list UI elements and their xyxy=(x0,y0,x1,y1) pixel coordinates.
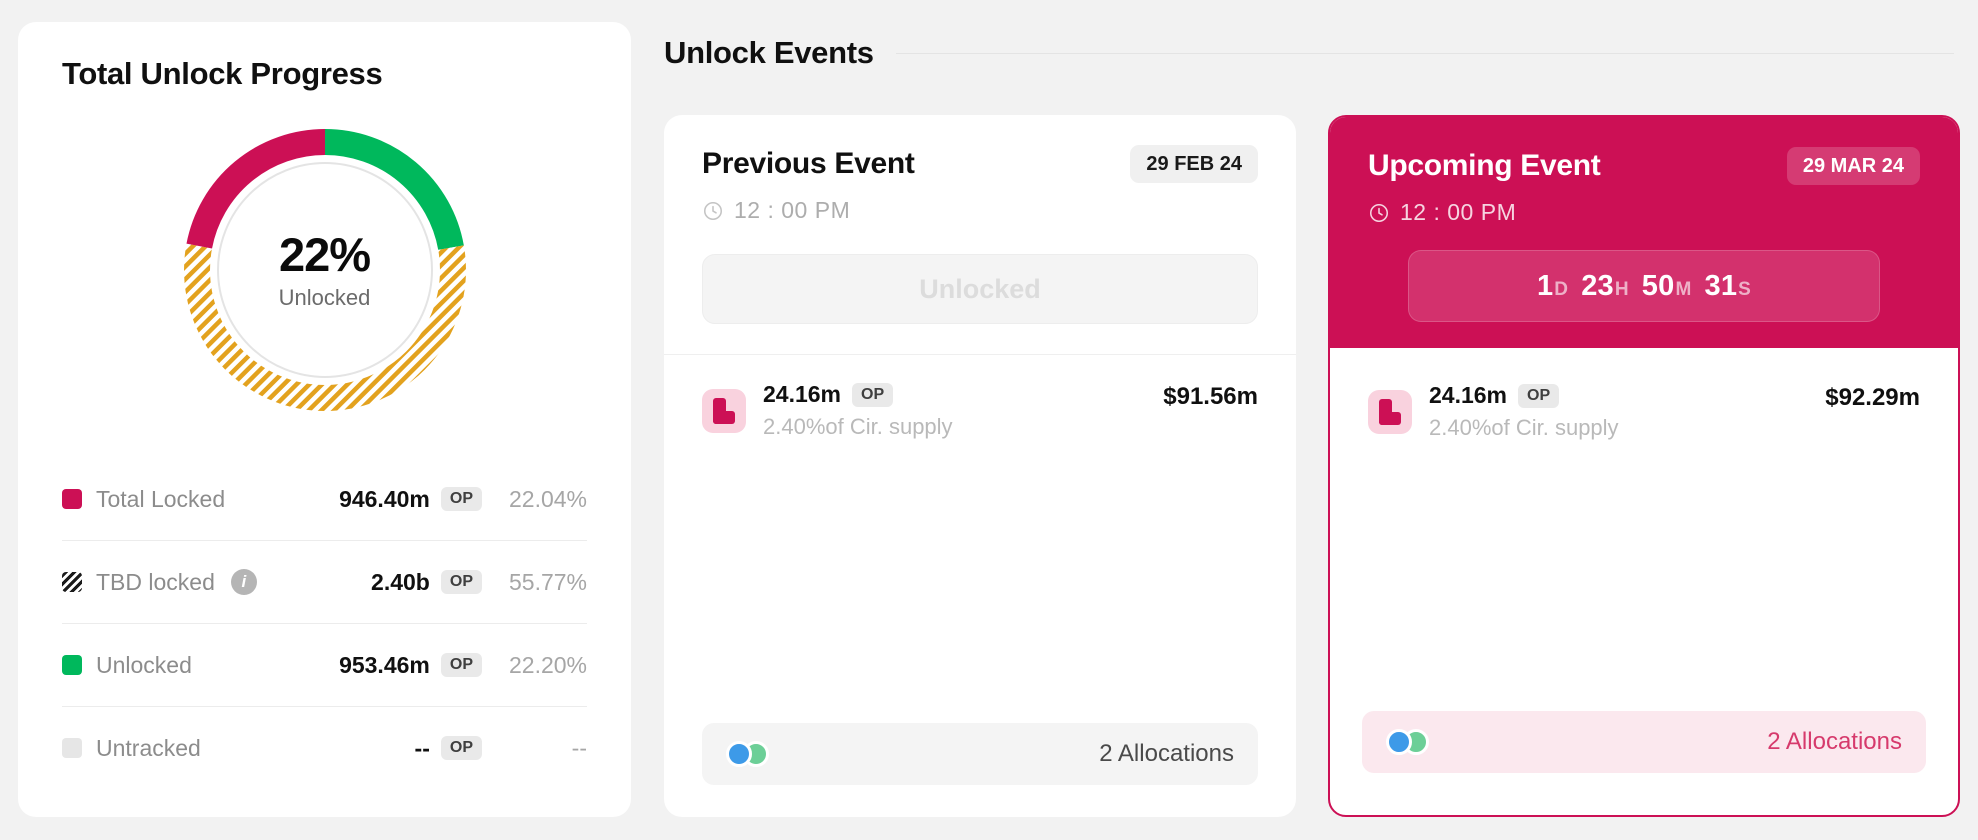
token-amount: 24.16m xyxy=(1429,382,1508,408)
countdown-days-unit: D xyxy=(1554,278,1569,300)
legend-label: TBD locked xyxy=(96,568,215,595)
token-amount: 24.16m xyxy=(763,381,842,407)
upcoming-event-card[interactable]: Upcoming Event 29 MAR 24 12 : 00 PM 1D 23… xyxy=(1328,115,1960,817)
legend-label: Untracked xyxy=(96,734,201,761)
dashboard-root: Total Unlock Progress 22% Unlocked Total… xyxy=(0,0,1978,840)
allocations-count: 2 Allocations xyxy=(1099,740,1234,767)
previous-event-card[interactable]: Previous Event 29 FEB 24 12 : 00 PM Unlo… xyxy=(664,115,1296,817)
legend-row-untracked[interactable]: Untracked -- OP -- xyxy=(62,707,587,789)
upcoming-event-time-text: 12 : 00 PM xyxy=(1400,199,1517,225)
donut-svg xyxy=(183,129,466,411)
unit-chip: OP xyxy=(440,570,482,594)
avatar xyxy=(1386,729,1412,755)
token-usd-value: $92.29m xyxy=(1825,384,1920,411)
countdown-seconds: 31 xyxy=(1704,269,1738,302)
legend-label: Total Locked xyxy=(96,485,226,512)
heading-divider xyxy=(895,52,1954,54)
upcoming-event-token-row: 24.16m OP 2.40%of Cir. supply $92.29m xyxy=(1330,348,1958,441)
allocation-avatars xyxy=(1386,727,1436,757)
countdown-minutes-unit: M xyxy=(1675,278,1692,300)
legend-percent: 55.77% xyxy=(508,568,587,595)
previous-event-time: 12 : 00 PM xyxy=(702,197,1258,224)
allocation-avatars xyxy=(726,739,776,769)
legend-percent: 22.20% xyxy=(508,651,587,678)
upcoming-event-title: Upcoming Event xyxy=(1368,149,1601,182)
previous-event-token-row: 24.16m OP 2.40%of Cir. supply $91.56m xyxy=(664,355,1296,440)
avatar xyxy=(726,741,752,767)
op-token-icon xyxy=(702,388,746,433)
token-usd-value: $91.56m xyxy=(1163,383,1258,410)
legend-percent: 22.04% xyxy=(508,485,587,512)
swatch-untracked-icon xyxy=(62,738,82,758)
countdown-seconds-unit: S xyxy=(1738,278,1752,300)
legend-row-unlocked[interactable]: Unlocked 953.46m OP 22.20% xyxy=(62,624,587,707)
countdown-hours: 23 xyxy=(1581,269,1614,302)
previous-event-title: Previous Event xyxy=(702,147,915,180)
unit-chip: OP xyxy=(440,736,482,760)
clock-icon xyxy=(703,201,723,220)
countdown-hours-unit: H xyxy=(1614,278,1629,300)
previous-event-header: Previous Event 29 FEB 24 12 : 00 PM xyxy=(664,115,1296,224)
legend-row-total-locked[interactable]: Total Locked 946.40m OP 22.04% xyxy=(62,458,587,541)
swatch-tbd-locked-icon xyxy=(62,572,82,592)
header-spacer xyxy=(1368,226,1920,250)
legend-value: -- xyxy=(414,734,430,761)
swatch-total-locked-icon xyxy=(62,489,82,509)
token-supply-percent: 2.40%of Cir. supply xyxy=(1429,415,1619,440)
token-amount-row: 24.16m OP xyxy=(763,381,953,408)
previous-event-status-button: Unlocked xyxy=(702,254,1258,324)
upcoming-event-date-badge: 29 MAR 24 xyxy=(1786,147,1920,185)
legend-value: 953.46m xyxy=(339,651,430,678)
total-unlock-progress-card: Total Unlock Progress 22% Unlocked Total… xyxy=(18,22,631,817)
legend-row-tbd-locked[interactable]: TBD locked i 2.40b OP 55.77% xyxy=(62,541,587,624)
status-badge: Unlocked xyxy=(919,273,1041,304)
legend-value: 2.40b xyxy=(371,568,430,595)
upcoming-event-allocations-bar[interactable]: 2 Allocations xyxy=(1362,711,1926,773)
donut-inner-ring xyxy=(216,162,433,378)
token-amount-row: 24.16m OP xyxy=(1429,382,1619,409)
upcoming-event-header: Upcoming Event 29 MAR 24 12 : 00 PM 1D 23… xyxy=(1330,117,1958,348)
previous-event-allocations-bar[interactable]: 2 Allocations xyxy=(702,723,1258,785)
clock-icon xyxy=(1369,203,1389,222)
unit-chip: OP xyxy=(852,382,894,407)
legend-value: 946.40m xyxy=(339,485,430,512)
unlock-progress-donut-chart: 22% Unlocked xyxy=(175,120,475,420)
swatch-unlocked-icon xyxy=(62,655,82,675)
previous-event-date-badge: 29 FEB 24 xyxy=(1130,145,1258,183)
upcoming-event-time: 12 : 00 PM xyxy=(1368,199,1920,226)
token-details: 24.16m OP 2.40%of Cir. supply xyxy=(763,381,953,440)
countdown-text: 1D 23H 50M 31S xyxy=(1537,270,1751,303)
page-title: Total Unlock Progress xyxy=(62,56,383,91)
upcoming-event-countdown: 1D 23H 50M 31S xyxy=(1408,250,1880,322)
legend-label: Unlocked xyxy=(96,651,192,678)
unit-chip: OP xyxy=(1518,383,1560,408)
unit-chip: OP xyxy=(440,653,482,677)
previous-event-header-row: Previous Event 29 FEB 24 xyxy=(702,145,1258,183)
unit-chip: OP xyxy=(440,487,482,511)
info-icon[interactable]: i xyxy=(230,569,257,595)
section-title: Unlock Events xyxy=(664,35,874,70)
token-details: 24.16m OP 2.40%of Cir. supply xyxy=(1429,382,1619,441)
op-token-icon xyxy=(1368,389,1412,434)
unlock-events-heading: Unlock Events xyxy=(664,35,1954,71)
countdown-minutes: 50 xyxy=(1641,269,1675,302)
progress-legend: Total Locked 946.40m OP 22.04% TBD locke… xyxy=(62,458,587,789)
token-supply-percent: 2.40%of Cir. supply xyxy=(763,414,953,439)
countdown-days: 1 xyxy=(1536,269,1554,302)
legend-percent: -- xyxy=(571,734,587,761)
previous-event-time-text: 12 : 00 PM xyxy=(734,197,851,223)
upcoming-event-header-row: Upcoming Event 29 MAR 24 xyxy=(1368,147,1920,185)
allocations-count: 2 Allocations xyxy=(1767,728,1902,755)
